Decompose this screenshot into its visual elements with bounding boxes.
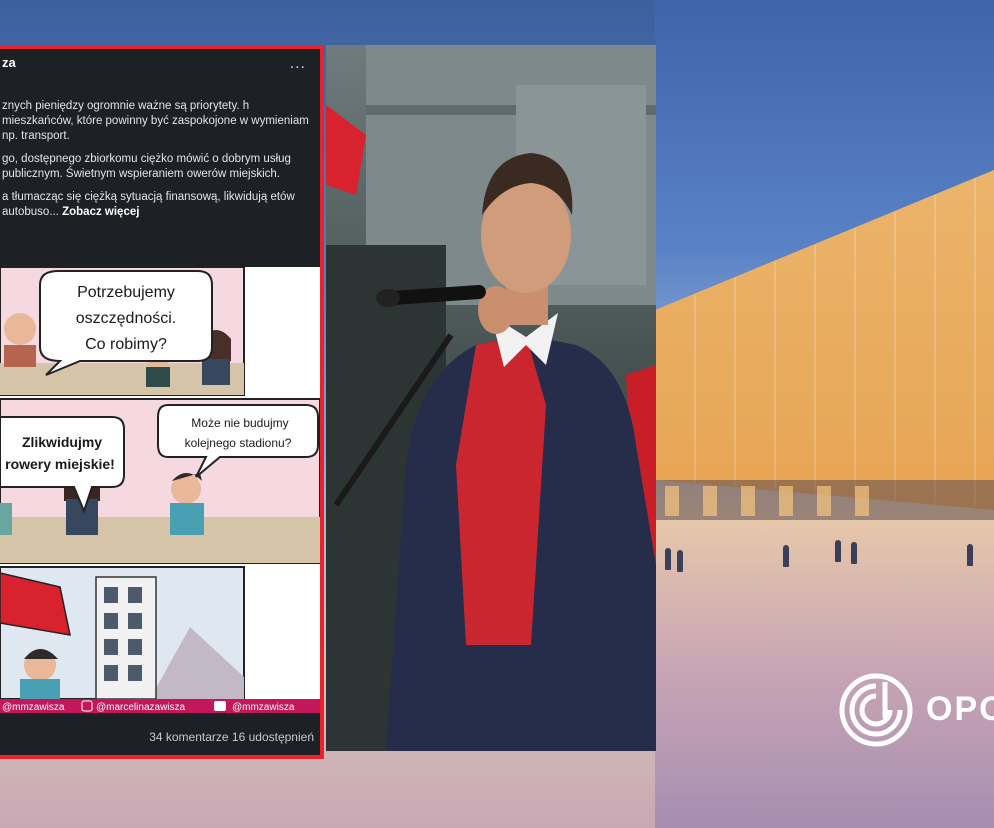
comic-bubble-top-line: Co robimy? — [85, 336, 167, 353]
logo-text: OPO — [926, 690, 994, 728]
post-paragraph: go, dostępnego zbiorkomu ciężko mówić o … — [2, 153, 291, 180]
engagement-counts[interactable]: 34 komentarze 16 udostępnień — [149, 730, 314, 744]
more-options-button[interactable]: ... — [290, 55, 306, 73]
logo: OPO — [838, 672, 994, 752]
post-body: znych pieniędzy ogromnie ważne są priory… — [2, 99, 312, 228]
comic-bubble-left-line: Zlikwidujmy — [22, 434, 102, 450]
post-paragraph: a tłumacząc się ciężką sytuacją finansow… — [2, 190, 312, 220]
social-post: za ... znych pieniędzy ogromnie ważne są… — [0, 45, 324, 759]
comic-bubble-right-line: kolejnego stadionu? — [185, 436, 292, 450]
post-last-paragraph: a tłumacząc się ciężką sytuacją finansow… — [2, 191, 295, 218]
speaker-photo — [326, 45, 656, 751]
comic-handle-twitter: @mmzawisza — [232, 702, 295, 713]
comic-bubble-top-line: Potrzebujemy — [77, 284, 175, 301]
post-author[interactable]: za — [2, 55, 16, 70]
stadium-facade — [655, 170, 994, 520]
post-footer: 34 komentarze 16 udostępnień — [0, 722, 320, 752]
post-paragraph: znych pieniędzy ogromnie ważne są priory… — [2, 100, 309, 142]
circle-logo-icon — [839, 673, 913, 747]
twitter-icon — [214, 701, 226, 711]
comic-image: Potrzebujemy oszczędności. Co robimy? Zl… — [0, 267, 320, 713]
comic-bubble-top-line: oszczędności. — [76, 310, 177, 327]
comic-bubble-left-line: rowery miejskie! — [5, 456, 115, 472]
comic-bubble-right-line: Może nie budujmy — [191, 416, 288, 430]
comic-handle-facebook: @mmzawisza — [2, 702, 65, 713]
see-more-link[interactable]: Zobacz więcej — [62, 206, 139, 218]
comic-handle-instagram: @marcelinazawisza — [96, 702, 186, 713]
